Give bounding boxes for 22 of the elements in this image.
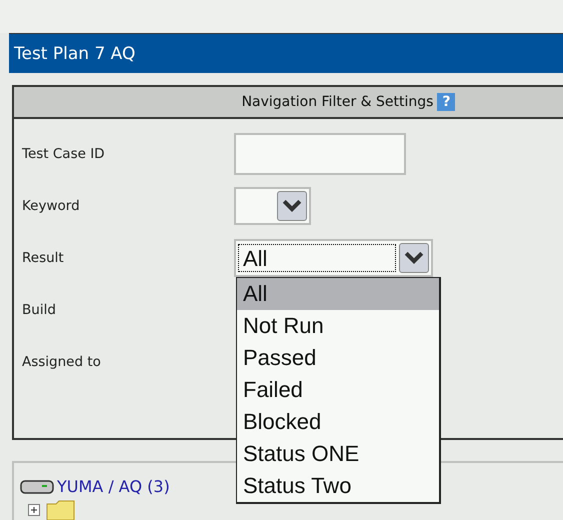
window-title: Test Plan 7 AQ bbox=[13, 44, 136, 64]
field-label: Assigned to bbox=[21, 354, 102, 370]
dropdown-option[interactable]: Status Two bbox=[237, 470, 439, 502]
dropdown[interactable] bbox=[234, 187, 311, 225]
dropdown-option[interactable]: Status ONE bbox=[237, 438, 439, 470]
field-label: Build bbox=[21, 302, 57, 318]
panel-title: Navigation Filter & Settings bbox=[242, 94, 434, 110]
folder-icon bbox=[46, 500, 76, 520]
chevron-down-icon[interactable] bbox=[277, 191, 307, 221]
dropdown-option[interactable]: Blocked bbox=[237, 406, 439, 438]
drive-icon bbox=[20, 478, 54, 494]
dropdown-option[interactable]: Passed bbox=[237, 342, 439, 374]
field-label: Keyword bbox=[21, 198, 81, 214]
tree-root-link[interactable]: YUMA / AQ (3) bbox=[57, 477, 170, 496]
chevron-down-icon[interactable] bbox=[399, 243, 429, 273]
field-label: Result bbox=[21, 250, 65, 266]
field-label: Test Case ID bbox=[21, 146, 106, 162]
dropdown-option[interactable]: Failed bbox=[237, 374, 439, 406]
dropdown-option[interactable]: All bbox=[237, 278, 439, 310]
dropdown-option[interactable]: Not Run bbox=[237, 310, 439, 342]
input-field[interactable] bbox=[234, 133, 406, 175]
expand-icon[interactable] bbox=[28, 504, 40, 516]
